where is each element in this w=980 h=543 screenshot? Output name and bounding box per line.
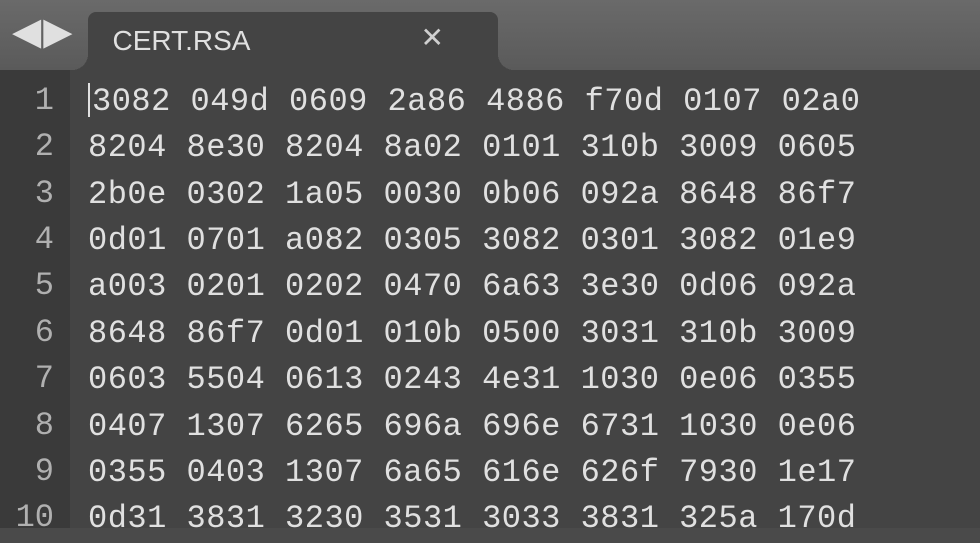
- code-line: a003 0201 0202 0470 6a63 3e30 0d06 092a: [88, 265, 980, 311]
- line-number: 6: [0, 310, 70, 356]
- line-number: 2: [0, 124, 70, 170]
- nav-forward-icon[interactable]: ▶: [43, 16, 72, 54]
- code-line: 0355 0403 1307 6a65 616e 626f 7930 1e17: [88, 450, 980, 496]
- nav-back-icon[interactable]: ◀: [12, 16, 41, 54]
- code-line: 0d01 0701 a082 0305 3082 0301 3082 01e9: [88, 218, 980, 264]
- editor-toolbar: ◀ ▶ CERT.RSA ✕: [0, 0, 980, 70]
- code-line: 8648 86f7 0d01 010b 0500 3031 310b 3009: [88, 311, 980, 357]
- code-line: 3082 049d 0609 2a86 4886 f70d 0107 02a0: [88, 78, 980, 125]
- line-gutter: 1 2 3 4 5 6 7 8 9 10: [0, 70, 70, 528]
- code-line: 2b0e 0302 1a05 0030 0b06 092a 8648 86f7: [88, 172, 980, 218]
- nav-arrows: ◀ ▶: [12, 16, 88, 54]
- line-number: 4: [0, 217, 70, 263]
- tab-title: CERT.RSA: [112, 25, 250, 57]
- code-area[interactable]: 3082 049d 0609 2a86 4886 f70d 0107 02a0 …: [70, 70, 980, 528]
- line-number: 1: [0, 78, 70, 124]
- code-line: 0d31 3831 3230 3531 3033 3831 325a 170d: [88, 497, 980, 543]
- line-number: 10: [0, 496, 70, 542]
- line-number: 3: [0, 171, 70, 217]
- line-number: 5: [0, 264, 70, 310]
- file-tab[interactable]: CERT.RSA ✕: [88, 12, 498, 70]
- close-icon[interactable]: ✕: [420, 27, 443, 55]
- code-line: 8204 8e30 8204 8a02 0101 310b 3009 0605: [88, 125, 980, 171]
- line-number: 9: [0, 449, 70, 495]
- editor-pane: 1 2 3 4 5 6 7 8 9 10 3082 049d 0609 2a86…: [0, 70, 980, 528]
- code-line: 0407 1307 6265 696a 696e 6731 1030 0e06: [88, 404, 980, 450]
- line-number: 7: [0, 356, 70, 402]
- line-number: 8: [0, 403, 70, 449]
- text-cursor: [88, 83, 90, 117]
- code-line: 0603 5504 0613 0243 4e31 1030 0e06 0355: [88, 357, 980, 403]
